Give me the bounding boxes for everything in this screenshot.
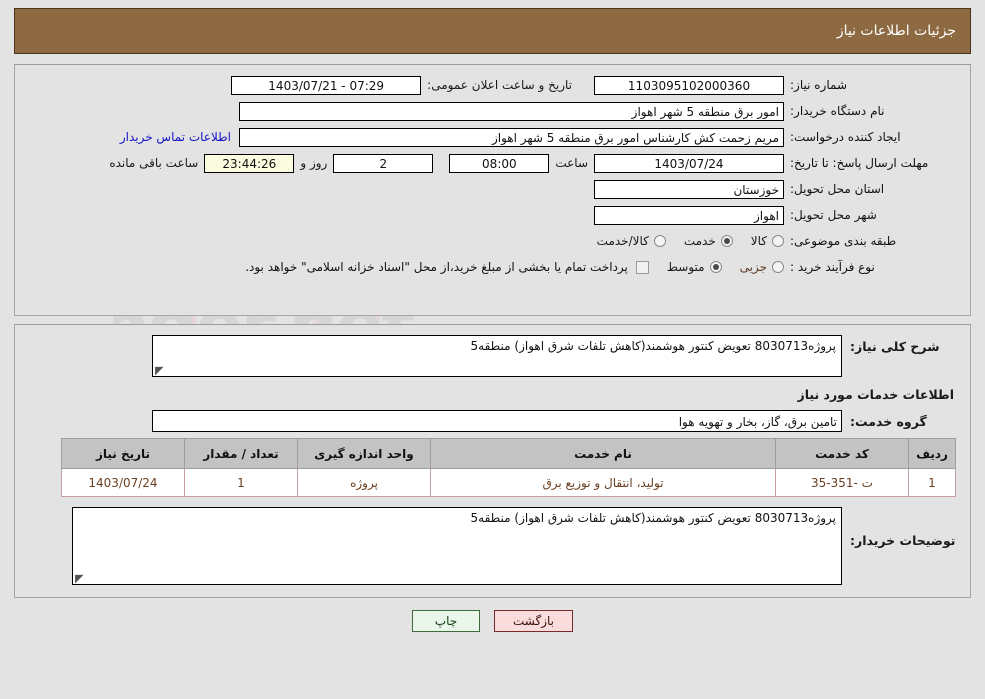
row-province: استان محل تحویل: خوزستان [25,179,960,199]
radio-icon-selected [720,235,733,247]
service-group-label: گروه خدمت: [850,413,927,429]
general-description-label: شرح کلی نیاز: [850,339,940,354]
radio-icon [653,235,666,247]
row-process-type: نوع فرآیند خرید : جزیی متوسط پرداخت تمام… [25,257,960,277]
col-tarikh-niaz: تاریخ نیاز [61,438,185,469]
general-description-value: پروژه8030713 تعویض کنتور هوشمند(کاهش تلف… [470,339,836,353]
deadline-label: مهلت ارسال پاسخ: تا تاریخ: [790,155,929,170]
deadline-time: 08:00 [449,153,550,173]
page-title: جزئیات اطلاعات نیاز [836,23,956,39]
radio-icon [772,235,784,247]
buyer-notes-box[interactable]: پروژه8030713 تعویض کنتور هوشمند(کاهش تلف… [72,507,842,585]
cell-tedad: 1 [184,468,298,497]
service-group-value: تامین برق، گاز، بخار و تهویه هوا [152,410,842,432]
col-vahed: واحد اندازه گیری [297,438,431,469]
cell-nam-khedmat: تولید، انتقال و توزیع برق [430,468,776,497]
general-description-box[interactable]: پروژه8030713 تعویض کنتور هوشمند(کاهش تلف… [152,335,842,377]
radio-category-khedmat[interactable]: خدمت [684,234,733,248]
row-category: طبقه بندی موضوعی: کالا خدمت کالا/خدمت [25,231,960,251]
countdown-label: ساعت باقی مانده [109,156,199,170]
radio-icon [772,261,784,273]
cell-vahed: پروژه [297,468,431,497]
city-label: شهر محل تحویل: [790,207,877,222]
buyer-org-label: نام دستگاه خریدار: [790,103,885,118]
col-kod-khedmat: کد خدمت [775,438,909,469]
row-need-number: شماره نیاز: 1103095102000360 تاریخ و ساع… [25,75,960,95]
row-deadline: مهلت ارسال پاسخ: تا تاریخ: 1403/07/24 سا… [25,153,960,173]
days-label: روز و [300,156,328,170]
need-number-value: 1103095102000360 [594,75,784,95]
print-button[interactable]: چاپ [412,610,480,632]
buyer-org-value: امور برق منطقه 5 شهر اهواز [239,101,784,121]
buyer-contact-link[interactable]: اطلاعات تماس خریدار [112,130,239,144]
row-buyer-org: نام دستگاه خریدار: امور برق منطقه 5 شهر … [25,101,960,121]
row-city: شهر محل تحویل: اهواز [25,205,960,225]
process-radio-group: جزیی متوسط [649,260,784,274]
remaining-days: 2 [333,153,434,173]
radio-label: کالا/خدمت [596,234,649,248]
cell-kod-khedmat: ت -351-35 [775,468,909,497]
radio-process-motavaset[interactable]: متوسط [667,260,722,274]
announce-label: تاریخ و ساعت اعلان عمومی: [427,78,572,92]
radio-process-jozii[interactable]: جزیی [740,260,784,274]
table-header-row: ردیف کد خدمت نام خدمت واحد اندازه گیری ت… [61,438,956,469]
resize-grip-icon: ◥ [155,364,164,377]
deadline-date: 1403/07/24 [594,153,784,173]
process-label: نوع فرآیند خرید : [790,259,875,274]
table-row[interactable]: 1 ت -351-35 تولید، انتقال و توزیع برق پر… [61,468,956,497]
buyer-notes-value: پروژه8030713 تعویض کنتور هوشمند(کاهش تلف… [470,511,836,525]
col-tedad: تعداد / مقدار [184,438,298,469]
page-header: جزئیات اطلاعات نیاز [14,8,971,54]
back-button[interactable]: بازگشت [494,610,573,632]
row-service-group: گروه خدمت: تامین برق، گاز، بخار و تهویه … [25,410,960,432]
radio-category-kala[interactable]: کالا [751,234,784,248]
row-creator: ایجاد کننده درخواست: مریم زحمت کش کارشنا… [25,127,960,147]
category-radio-group: کالا خدمت کالا/خدمت [579,234,784,248]
province-value: خوزستان [594,179,784,199]
radio-label: خدمت [683,234,716,248]
need-info-panel: شماره نیاز: 1103095102000360 تاریخ و ساع… [14,64,971,316]
radio-label: کالا [750,234,767,248]
services-table: ردیف کد خدمت نام خدمت واحد اندازه گیری ت… [61,438,956,497]
radio-icon-selected [709,261,722,273]
creator-label: ایجاد کننده درخواست: [790,129,901,144]
need-number-label: شماره نیاز: [790,77,847,92]
cell-radif: 1 [908,468,956,497]
radio-category-kala-khedmat[interactable]: کالا/خدمت [597,234,666,248]
city-value: اهواز [594,205,784,225]
row-buyer-notes: توضیحات خریدار: پروژه8030713 تعویض کنتور… [25,507,960,585]
category-label: طبقه بندی موضوعی: [790,233,897,248]
treasury-checkbox[interactable] [635,260,649,274]
col-nam-khedmat: نام خدمت [430,438,776,469]
col-radif: ردیف [908,438,956,469]
radio-label: متوسط [666,260,705,274]
need-description-panel: شرح کلی نیاز: پروژه8030713 تعویض کنتور ه… [14,324,971,598]
row-general-description: شرح کلی نیاز: پروژه8030713 تعویض کنتور ه… [25,335,960,377]
footer-button-bar: بازگشت چاپ [0,610,985,632]
treasury-checkbox-note: پرداخت تمام یا بخشی از مبلغ خرید،از محل … [245,260,628,274]
creator-value: مریم زحمت کش کارشناس امور برق منطقه 5 شه… [239,127,784,147]
countdown-timer: 23:44:26 [204,153,295,173]
radio-label: جزیی [739,260,767,274]
hour-label: ساعت [555,156,588,170]
cell-tarikh-niaz: 1403/07/24 [61,468,185,497]
buyer-notes-label: توضیحات خریدار: [850,533,956,548]
services-section-title: اطلاعات خدمات مورد نیاز [797,387,955,402]
announce-value: 07:29 - 1403/07/21 [231,75,422,95]
resize-grip-icon: ◥ [75,572,84,585]
province-label: استان محل تحویل: [790,181,885,196]
